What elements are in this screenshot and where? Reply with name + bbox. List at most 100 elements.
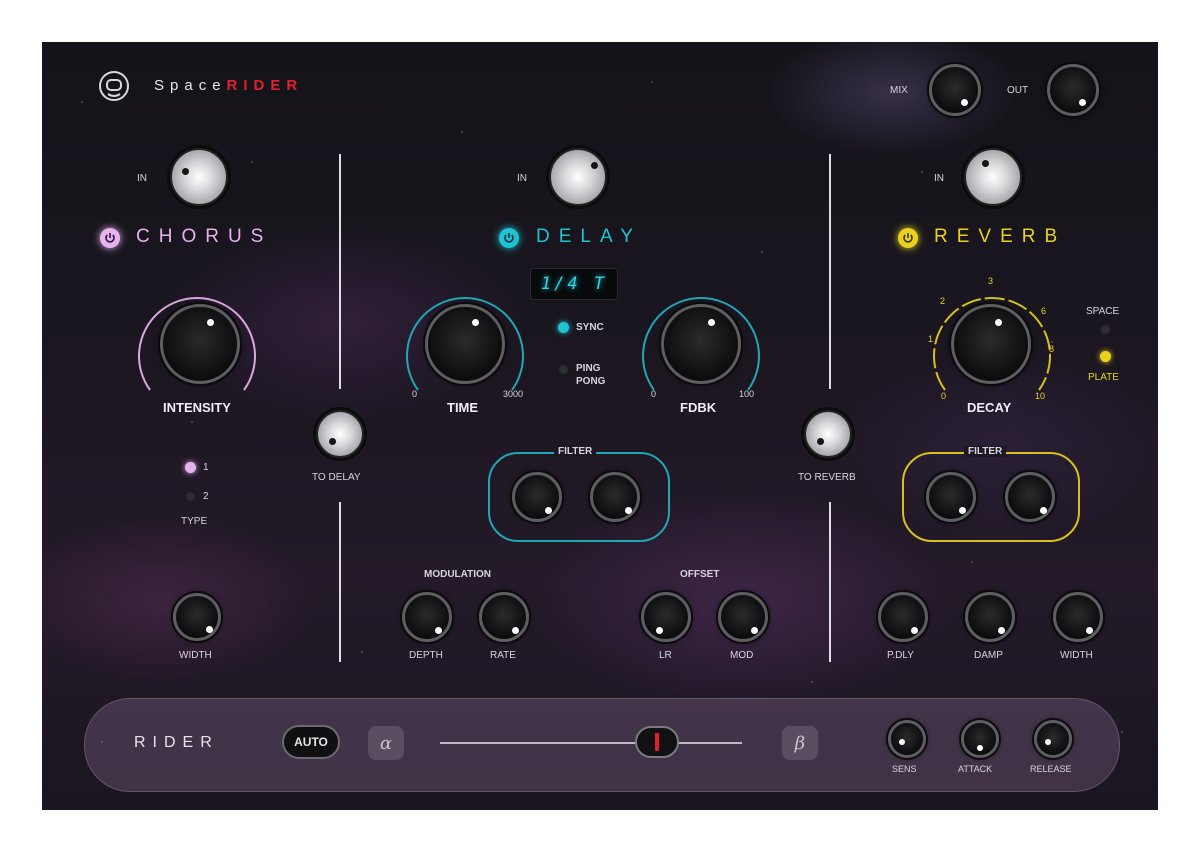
delay-lr-knob[interactable] [641, 592, 691, 642]
power-icon [105, 233, 115, 243]
reverb-space-label: SPACE [1086, 306, 1120, 317]
chorus-width-label: WIDTH [179, 650, 212, 661]
brand-name: RIDER [226, 77, 304, 94]
reverb-decay-tick-3: 3 [988, 276, 994, 286]
reverb-damp-label: DAMP [974, 650, 1003, 661]
auto-button[interactable]: AUTO [282, 725, 340, 759]
brand-title: SpaceRIDER [154, 77, 303, 94]
release-label: RELEASE [1030, 764, 1072, 774]
to-delay-label: TO DELAY [312, 472, 361, 483]
delay-sync-led[interactable] [558, 322, 569, 333]
rider-slider-handle[interactable] [635, 726, 680, 758]
delay-rate-knob[interactable] [479, 592, 529, 642]
delay-depth-label: DEPTH [409, 650, 443, 661]
divider-left-top [339, 154, 341, 389]
out-knob[interactable] [1047, 64, 1099, 116]
chorus-type-label: TYPE [181, 516, 208, 527]
reverb-width-knob[interactable] [1053, 592, 1103, 642]
chorus-intensity-knob[interactable] [160, 304, 240, 384]
delay-filter-low-knob[interactable] [512, 472, 562, 522]
attack-label: ATTACK [958, 764, 993, 774]
delay-offset-label: OFFSET [680, 569, 720, 580]
sens-label: SENS [892, 764, 917, 774]
delay-ping-label: PING [576, 363, 601, 374]
delay-lr-label: LR [659, 650, 672, 661]
reverb-decay-label: DECAY [967, 400, 1012, 415]
delay-rate-label: RATE [490, 650, 516, 661]
delay-mod-label: MOD [730, 650, 754, 661]
reverb-space-led[interactable] [1100, 324, 1111, 335]
reverb-decay-tick-5: 8 [1049, 344, 1055, 354]
power-icon [504, 233, 514, 243]
mix-label: MIX [890, 85, 908, 96]
rider-title: RIDER [134, 734, 219, 751]
rider-slider-track[interactable] [440, 742, 742, 744]
delay-pong-label: PONG [576, 376, 606, 387]
release-knob[interactable] [1034, 720, 1072, 758]
chorus-power-button[interactable] [100, 228, 120, 248]
delay-time-label: TIME [447, 400, 479, 415]
delay-filter-high-knob[interactable] [590, 472, 640, 522]
delay-fdbk-knob[interactable] [661, 304, 741, 384]
delay-time-min: 0 [412, 389, 418, 399]
delay-sync-label: SYNC [576, 322, 604, 333]
reverb-pdly-label: P.DLY [887, 650, 914, 661]
delay-in-knob[interactable] [549, 148, 607, 206]
chorus-title: CHORUS [136, 226, 273, 247]
to-reverb-knob[interactable] [804, 410, 852, 458]
reverb-plate-led[interactable] [1100, 351, 1111, 362]
reverb-power-button[interactable] [898, 228, 918, 248]
delay-in-label: IN [517, 173, 527, 184]
beta-button-label: β [794, 732, 806, 754]
delay-depth-knob[interactable] [402, 592, 452, 642]
divider-right-bottom [829, 502, 831, 662]
rider-slider-indicator [655, 733, 660, 751]
chorus-intensity-label: INTENSITY [163, 400, 231, 415]
reverb-filter-high-knob[interactable] [1005, 472, 1055, 522]
out-label: OUT [1007, 85, 1029, 96]
sens-knob[interactable] [888, 720, 926, 758]
delay-power-button[interactable] [499, 228, 519, 248]
delay-time-knob[interactable] [425, 304, 505, 384]
chorus-type-1-label: 1 [203, 462, 209, 473]
reverb-decay-tick-6: 10 [1035, 391, 1046, 401]
chorus-type-2-led[interactable] [185, 491, 196, 502]
reverb-decay-tick-2: 2 [940, 296, 946, 306]
reverb-damp-knob[interactable] [965, 592, 1015, 642]
chorus-type-1-led[interactable] [185, 462, 196, 473]
to-reverb-label: TO REVERB [798, 472, 856, 483]
delay-pingpong-led[interactable] [558, 364, 569, 375]
alpha-button[interactable]: α [368, 726, 404, 760]
power-icon [903, 233, 913, 243]
reverb-in-knob[interactable] [964, 148, 1022, 206]
reverb-plate-label: PLATE [1088, 372, 1119, 383]
to-delay-knob[interactable] [316, 410, 364, 458]
reverb-decay-knob[interactable] [951, 304, 1031, 384]
reverb-filter-low-knob[interactable] [926, 472, 976, 522]
chorus-in-label: IN [137, 173, 147, 184]
reverb-decay-tick-4: 6 [1041, 306, 1047, 316]
mix-knob[interactable] [929, 64, 981, 116]
chorus-width-knob[interactable] [173, 593, 221, 641]
reverb-title: REVERB [934, 226, 1067, 247]
divider-right-top [829, 154, 831, 389]
chorus-in-knob[interactable] [170, 148, 228, 206]
delay-fdbk-min: 0 [651, 389, 657, 399]
reverb-filter-label: FILTER [964, 446, 1007, 457]
delay-time-max: 3000 [503, 389, 524, 399]
reverb-in-label: IN [934, 173, 944, 184]
reverb-decay-tick-0: 0 [941, 391, 947, 401]
reverb-width-label: WIDTH [1060, 650, 1093, 661]
alpha-button-label: α [379, 732, 393, 754]
auto-button-label: AUTO [294, 735, 328, 749]
beta-button[interactable]: β [782, 726, 818, 760]
delay-modulation-label: MODULATION [424, 569, 492, 580]
reverb-pdly-knob[interactable] [878, 592, 928, 642]
attack-knob[interactable] [961, 720, 999, 758]
delay-mod-knob[interactable] [718, 592, 768, 642]
delay-filter-label: FILTER [554, 446, 597, 457]
delay-fdbk-label: FDBK [680, 400, 717, 415]
brand-prefix: Space [154, 77, 227, 94]
delay-time-display[interactable]: 1/4 T [530, 268, 618, 300]
reverb-decay-tick-1: 1 [928, 334, 934, 344]
